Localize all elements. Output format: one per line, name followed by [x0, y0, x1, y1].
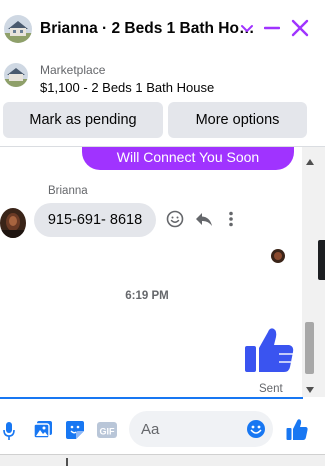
close-icon[interactable]: [290, 18, 310, 38]
seen-avatar: [271, 249, 285, 263]
chat-header: Brianna · 2 Beds 1 Bath Ho…: [0, 0, 325, 56]
scroll-up-arrow-icon[interactable]: [305, 153, 315, 165]
house-thumbnail-icon[interactable]: [4, 15, 32, 43]
scroll-down-arrow-icon[interactable]: [305, 381, 315, 393]
listing-title[interactable]: $1,100 - 2 Beds 1 Bath House: [40, 80, 214, 95]
sender-name: Brianna: [48, 185, 88, 197]
more-actions-icon[interactable]: [226, 210, 236, 228]
chevron-down-icon[interactable]: [240, 18, 254, 38]
marketplace-label: Marketplace: [40, 63, 106, 77]
background-window-edge: [318, 240, 325, 280]
incoming-message-bubble[interactable]: 915-691- 8618: [34, 203, 156, 237]
sticker-icon[interactable]: [65, 420, 85, 440]
sender-avatar[interactable]: [0, 208, 26, 238]
taskbar-divider: [66, 458, 68, 466]
more-options-button[interactable]: More options: [168, 102, 307, 138]
emoji-icon[interactable]: [246, 419, 266, 439]
react-icon[interactable]: [166, 210, 184, 228]
photo-icon[interactable]: [33, 420, 53, 440]
svg-text:GIF: GIF: [100, 427, 116, 437]
message-timestamp: 6:19 PM: [125, 290, 169, 302]
like-icon[interactable]: [286, 417, 308, 441]
listing-thumbnail[interactable]: [4, 63, 28, 87]
scrollbar-thumb[interactable]: [305, 322, 314, 374]
gif-icon[interactable]: GIF: [96, 420, 118, 440]
outgoing-message-bubble[interactable]: Will Connect You Soon: [82, 147, 294, 170]
thumbs-up-icon[interactable]: [244, 324, 296, 376]
message-list: Will Connect You Soon Brianna 915-691- 8…: [0, 147, 314, 397]
message-status: Sent: [259, 383, 283, 395]
microphone-icon[interactable]: [2, 420, 16, 442]
taskbar-edge: [0, 454, 325, 466]
mark-as-pending-button[interactable]: Mark as pending: [3, 102, 163, 138]
reply-icon[interactable]: [195, 211, 213, 227]
conversation-title[interactable]: Brianna · 2 Beds 1 Bath Ho…: [40, 20, 254, 38]
minimize-icon[interactable]: [263, 18, 281, 38]
